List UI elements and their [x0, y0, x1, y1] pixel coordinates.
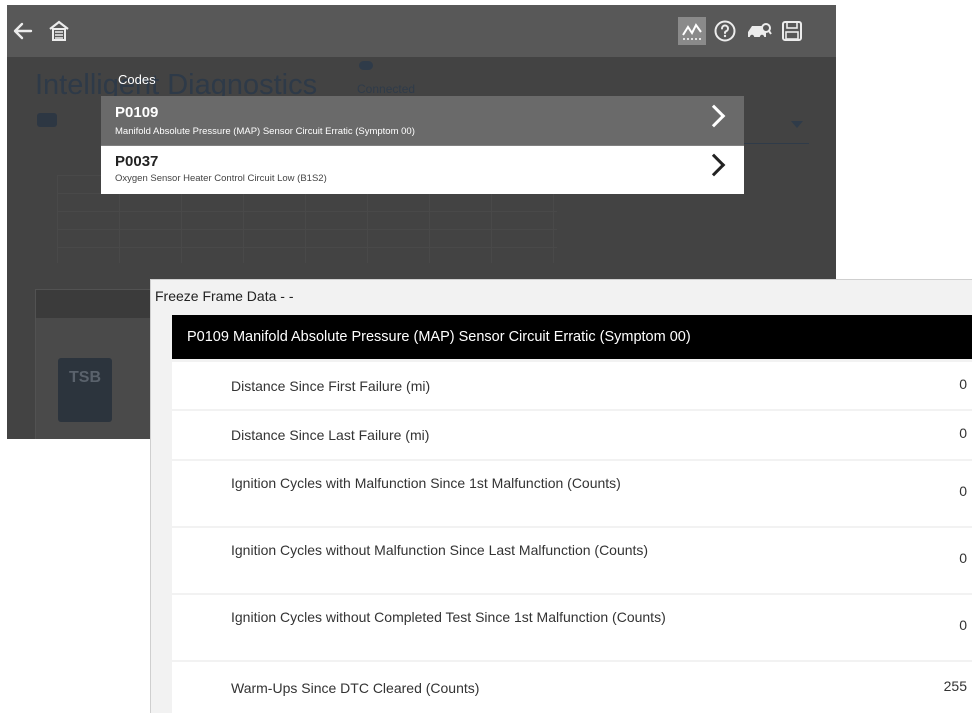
dropdown-underline [743, 143, 809, 144]
freeze-frame-panel: Freeze Frame Data - - P0109 Manifold Abs… [150, 279, 972, 713]
row-value: 0 [959, 550, 967, 566]
code-description: Manifold Absolute Pressure (MAP) Sensor … [115, 126, 415, 137]
codes-list: P0109 Manifold Absolute Pressure (MAP) S… [101, 96, 744, 194]
row-label: Ignition Cycles with Malfunction Since 1… [231, 475, 621, 491]
cloud-icon [359, 61, 373, 70]
data-graph-icon[interactable] [678, 17, 706, 45]
freeze-frame-row[interactable]: Distance Since Last Failure (mi) 0 [172, 411, 972, 459]
row-label: Ignition Cycles without Malfunction Sinc… [231, 542, 649, 558]
code-row-p0037[interactable]: P0037 Oxygen Sensor Heater Control Circu… [101, 146, 744, 194]
card-header [36, 290, 166, 318]
row-value: 0 [959, 376, 967, 392]
save-icon[interactable] [778, 17, 806, 45]
row-value: 0 [959, 617, 967, 633]
connection-status: Connected [357, 82, 416, 96]
row-label: Distance Since First Failure (mi) [231, 378, 431, 394]
freeze-frame-row[interactable]: Ignition Cycles without Malfunction Sinc… [172, 528, 972, 593]
code-row-p0109[interactable]: P0109 Manifold Absolute Pressure (MAP) S… [101, 96, 744, 146]
help-icon[interactable] [711, 17, 739, 45]
vehicle-scan-icon[interactable] [745, 17, 773, 45]
tsb-icon: TSB [58, 358, 112, 422]
code-id: P0109 [115, 104, 159, 121]
chevron-right-icon[interactable] [702, 153, 726, 177]
row-value: 255 [943, 678, 967, 694]
row-value: 0 [959, 483, 967, 499]
freeze-frame-header-text: P0109 Manifold Absolute Pressure (MAP) S… [187, 329, 691, 345]
top-toolbar [7, 5, 836, 57]
freeze-frame-row[interactable]: Warm-Ups Since DTC Cleared (Counts) 255 [172, 662, 972, 713]
freeze-frame-row[interactable]: Ignition Cycles without Completed Test S… [172, 595, 972, 660]
freeze-frame-header: P0109 Manifold Absolute Pressure (MAP) S… [172, 315, 972, 359]
chevron-right-icon[interactable] [702, 104, 726, 128]
code-description: Oxygen Sensor Heater Control Circuit Low… [115, 173, 327, 184]
freeze-frame-title: Freeze Frame Data - - [155, 288, 294, 304]
freeze-frame-row[interactable]: Distance Since First Failure (mi) 0 [172, 362, 972, 409]
row-label: Distance Since Last Failure (mi) [231, 427, 430, 443]
code-id: P0037 [115, 153, 159, 170]
vehicle-icon [37, 113, 57, 127]
technical-bulletins-card[interactable]: TSB [35, 289, 167, 439]
home-icon[interactable] [45, 17, 73, 45]
row-label: Ignition Cycles without Completed Test S… [231, 609, 666, 625]
chevron-down-icon[interactable] [791, 121, 803, 128]
freeze-frame-row[interactable]: Ignition Cycles with Malfunction Since 1… [172, 461, 972, 526]
row-value: 0 [959, 425, 967, 441]
row-label: Warm-Ups Since DTC Cleared (Counts) [231, 680, 480, 696]
back-arrow-icon[interactable] [9, 17, 37, 45]
codes-label: Codes [118, 72, 156, 87]
